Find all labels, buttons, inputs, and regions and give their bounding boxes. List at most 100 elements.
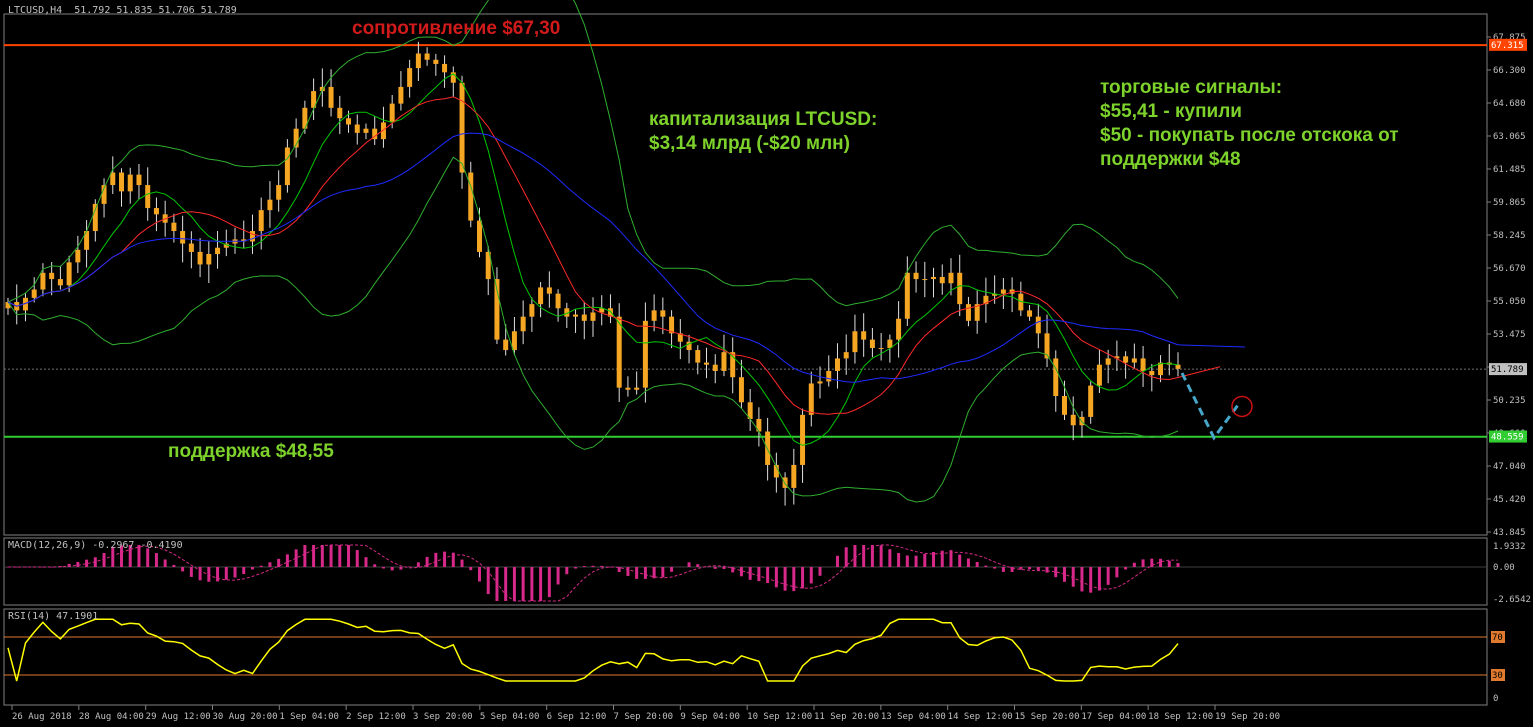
macd-bar: [582, 566, 586, 567]
macd-bar: [565, 567, 569, 575]
support-annotation: поддержка $48,55: [168, 441, 334, 462]
macd-bar: [390, 567, 394, 571]
macd-bar: [888, 549, 892, 567]
macd-bar: [364, 557, 368, 567]
rsi-tick-label: 30: [1492, 671, 1503, 681]
candle-body: [1035, 316, 1041, 334]
candle-body: [896, 318, 902, 340]
macd-bar: [739, 567, 743, 577]
price-tick-label: 58.245: [1493, 231, 1526, 241]
ma-blue-extension: [1177, 344, 1246, 348]
ma-blue: [7, 132, 1179, 383]
candle-body: [180, 231, 186, 244]
macd-bar: [76, 561, 80, 567]
macd-bar: [1176, 563, 1180, 567]
macd-bar: [1045, 567, 1049, 573]
time-tick-label: 15 Sep 20:00: [1015, 712, 1080, 722]
macd-bar: [233, 567, 237, 578]
ma-red: [7, 96, 1179, 415]
macd-bar: [338, 545, 342, 567]
macd-bar: [259, 565, 263, 567]
macd-bar: [757, 567, 761, 582]
time-tick-label: 29 Aug 12:00: [146, 712, 211, 722]
macd-bar: [250, 567, 254, 570]
time-tick-label: 30 Aug 20:00: [213, 712, 278, 722]
candle-body: [625, 387, 631, 390]
macd-bar: [966, 558, 970, 567]
candle-body: [800, 414, 806, 465]
macd-bar: [224, 567, 228, 580]
macd-bar: [416, 562, 420, 567]
macd-bar: [687, 562, 691, 567]
macd-bar: [556, 567, 560, 585]
trading-signals-annotation: торговые сигналы: $55,41 - купили $50 - …: [1100, 77, 1399, 170]
time-tick-label: 18 Sep 12:00: [1148, 712, 1213, 722]
macd-bar: [844, 547, 848, 567]
time-tick-label: 10 Sep 12:00: [747, 712, 812, 722]
macd-tick-label: 0.00: [1493, 563, 1515, 573]
candle-body: [206, 253, 212, 265]
macd-bar: [670, 567, 674, 572]
macd-bar: [521, 567, 525, 601]
macd-tick-label: -2.6542: [1493, 595, 1531, 605]
time-tick-label: 6 Sep 12:00: [547, 712, 607, 722]
macd-bar: [1159, 558, 1163, 567]
price-tick-label: 43.845: [1493, 528, 1526, 538]
macd-bar: [914, 555, 918, 567]
candle-body: [49, 272, 55, 280]
price-tick-label: 61.485: [1493, 165, 1526, 175]
candle-body: [503, 339, 509, 351]
macd-bar: [574, 567, 578, 569]
rsi-header: RSI(14) 47.1901: [8, 611, 99, 622]
symbol-header: LTCUSD,H4 51.792 51.835 51.706 51.789: [8, 5, 237, 16]
candle-body: [136, 174, 142, 186]
candle-body: [476, 220, 482, 252]
candle-body: [922, 279, 928, 281]
candle-body: [346, 118, 352, 125]
candle-body: [389, 103, 395, 123]
candle-body: [878, 347, 884, 349]
candle-body: [75, 249, 81, 263]
price-tick-label: 50.235: [1493, 396, 1526, 406]
candle-body: [363, 128, 369, 133]
macd-bar: [792, 567, 796, 592]
candle-body: [215, 247, 221, 254]
macd-bar: [85, 559, 89, 567]
candle-body: [145, 185, 151, 209]
candle-body: [249, 231, 255, 242]
macd-bar: [879, 545, 883, 567]
macd-bar: [469, 567, 473, 571]
macd-bar: [696, 564, 700, 567]
time-tick-label: 3 Sep 20:00: [413, 712, 473, 722]
candle-body: [939, 276, 945, 284]
time-tick-label: 2 Sep 12:00: [346, 712, 406, 722]
macd-bar: [661, 567, 665, 578]
candle-body: [590, 312, 596, 321]
macd-bar: [547, 567, 551, 598]
candle-body: [529, 304, 535, 317]
macd-bar: [1150, 558, 1154, 567]
macd-bar: [242, 567, 246, 575]
candle-body: [468, 172, 474, 221]
price-marker-label: 67.315: [1491, 41, 1524, 51]
time-tick-label: 26 Aug 2018: [12, 712, 72, 722]
candle-body: [1070, 414, 1076, 426]
macd-bar: [835, 555, 839, 567]
candle-body: [808, 383, 814, 415]
candle-body: [127, 174, 133, 192]
macd-bar: [809, 567, 813, 584]
macd-bar: [801, 567, 805, 589]
time-tick-label: 7 Sep 20:00: [614, 712, 674, 722]
macd-bar: [731, 567, 735, 573]
macd-bar: [1080, 567, 1084, 592]
macd-bar: [958, 554, 962, 567]
candle-body: [1096, 364, 1102, 386]
candle-body: [110, 172, 116, 186]
candle-body: [904, 272, 910, 319]
macd-bar: [443, 551, 447, 567]
price-tick-label: 55.050: [1493, 297, 1526, 307]
candle-body: [1053, 358, 1059, 397]
macd-bar: [897, 552, 901, 567]
macd-bar: [853, 545, 857, 567]
candle-body: [433, 59, 439, 64]
